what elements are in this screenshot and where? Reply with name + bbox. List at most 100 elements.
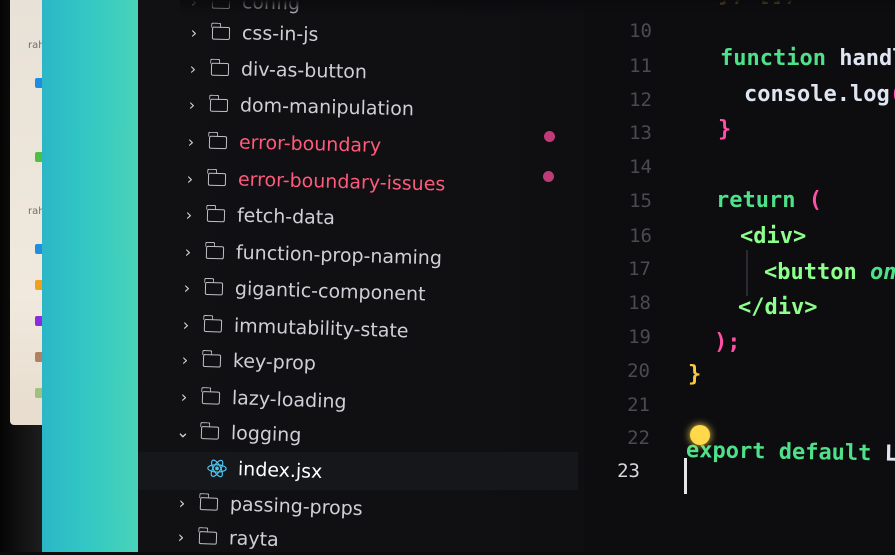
tree-folder-div-as-button[interactable]: › div-as-button — [181, 53, 368, 87]
code-paren: ( — [808, 188, 822, 213]
folder-icon — [209, 98, 229, 112]
code-line: export default L — [686, 438, 895, 467]
line-number: 17 — [628, 258, 651, 280]
code-keyword: function — [720, 46, 826, 71]
tree-folder-rayta[interactable]: › rayta — [168, 521, 279, 555]
chevron-right-icon: › — [185, 204, 193, 224]
folder-icon — [200, 425, 220, 440]
code-jsx-tag: <div> — [740, 224, 807, 249]
code-paren: ( — [890, 82, 895, 107]
tree-item-label: error-boundary-issues — [237, 168, 446, 196]
code-keyword: export default — [685, 438, 872, 467]
chevron-right-icon: › — [183, 277, 191, 297]
code-attribute: on — [869, 260, 895, 285]
code-line: function handl — [720, 46, 895, 71]
code-brace: } — [688, 362, 702, 387]
folder-icon — [208, 135, 228, 149]
sidebar-activity-strip — [42, 0, 138, 552]
line-number: 19 — [628, 326, 651, 348]
code-brace: } — [718, 117, 732, 142]
code-line: ); — [714, 330, 741, 355]
folder-icon — [201, 390, 221, 405]
text-cursor — [684, 458, 687, 494]
line-number: 22 — [627, 427, 650, 449]
tree-folder-css-in-js[interactable]: › css-in-js — [182, 17, 319, 50]
folder-icon — [204, 281, 224, 295]
top-fade — [180, 0, 895, 16]
code-function-name: handl — [839, 46, 895, 71]
tree-folder-logging[interactable]: ⌄ logging — [170, 416, 302, 451]
tree-item-label: fetch-data — [236, 204, 336, 230]
tree-file-index-jsx[interactable]: index.jsx — [205, 453, 323, 487]
line-number: 18 — [628, 292, 651, 314]
code-line: } — [718, 117, 731, 142]
chevron-right-icon: › — [178, 492, 186, 513]
chevron-right-icon: › — [188, 94, 196, 114]
chevron-right-icon: › — [180, 386, 188, 407]
chevron-right-icon: › — [187, 131, 195, 151]
line-number: 10 — [629, 20, 652, 42]
chevron-down-icon: ⌄ — [175, 421, 191, 442]
code-line: <button on — [764, 260, 895, 285]
code-line: return ( — [716, 188, 822, 213]
code-identifier: L — [884, 441, 895, 467]
tree-item-label: logging — [230, 422, 302, 447]
folder-icon — [211, 26, 231, 40]
line-number: 11 — [629, 55, 652, 77]
selected-row-highlight — [138, 452, 578, 490]
line-number: 15 — [629, 190, 652, 212]
tree-item-label: passing-props — [229, 493, 364, 521]
code-line: } — [688, 362, 701, 387]
code-keyword: return — [716, 188, 796, 213]
code-jsx-tag: <button — [764, 260, 857, 285]
modified-indicator — [544, 131, 555, 142]
tree-item-label: immutability-state — [233, 314, 409, 343]
react-icon — [207, 459, 227, 478]
folder-icon — [198, 530, 218, 545]
indent-guide — [746, 250, 748, 296]
code-line: console.log( — [744, 82, 895, 107]
folder-icon — [210, 62, 230, 76]
folder-icon — [203, 318, 223, 333]
tree-folder-error-boundary[interactable]: › error-boundary — [179, 126, 382, 161]
tree-item-label: index.jsx — [237, 458, 323, 484]
chevron-right-icon: › — [181, 349, 189, 369]
tree-folder-lazy-loading[interactable]: › lazy-loading — [171, 381, 347, 417]
folder-icon — [202, 353, 222, 368]
line-number: 21 — [627, 394, 650, 416]
tree-item-label: div-as-button — [240, 58, 368, 84]
code-jsx-tag: </div> — [738, 295, 818, 320]
line-number: 16 — [629, 225, 652, 247]
modified-indicator — [543, 171, 554, 182]
lightbulb-icon[interactable] — [690, 425, 710, 445]
chevron-right-icon: › — [189, 58, 197, 78]
tree-item-label: function-prop-naming — [235, 241, 443, 270]
chevron-right-icon: › — [182, 314, 190, 334]
tree-item-label: rayta — [228, 527, 280, 552]
folder-icon — [199, 496, 219, 511]
chevron-right-icon: › — [184, 241, 192, 261]
code-paren: ); — [714, 330, 741, 355]
tree-folder-dom-manipulation[interactable]: › dom-manipulation — [180, 89, 415, 124]
tree-item-label: lazy-loading — [231, 387, 347, 414]
tree-item-label: error-boundary — [238, 131, 382, 157]
folder-icon — [205, 245, 225, 259]
folder-icon — [207, 172, 227, 186]
code-line: </div> — [738, 295, 817, 320]
code-call: console.log — [744, 82, 890, 107]
line-number: 20 — [627, 360, 650, 382]
tree-item-label: key-prop — [232, 349, 317, 375]
line-number: 14 — [629, 156, 652, 178]
line-number-active: 23 — [617, 460, 640, 482]
chevron-right-icon: › — [177, 526, 185, 547]
tree-folder-key-prop[interactable]: › key-prop — [173, 344, 317, 379]
chevron-right-icon: › — [190, 22, 198, 42]
line-number: 13 — [629, 122, 652, 144]
tree-item-label: gigantic-component — [234, 277, 426, 306]
code-line: <div> — [740, 224, 806, 249]
folder-icon — [206, 208, 226, 222]
tree-item-label: css-in-js — [241, 22, 319, 46]
chevron-right-icon: › — [186, 168, 194, 188]
tree-item-label: dom-manipulation — [239, 94, 415, 121]
tree-folder-fetch-data[interactable]: › fetch-data — [177, 199, 336, 233]
